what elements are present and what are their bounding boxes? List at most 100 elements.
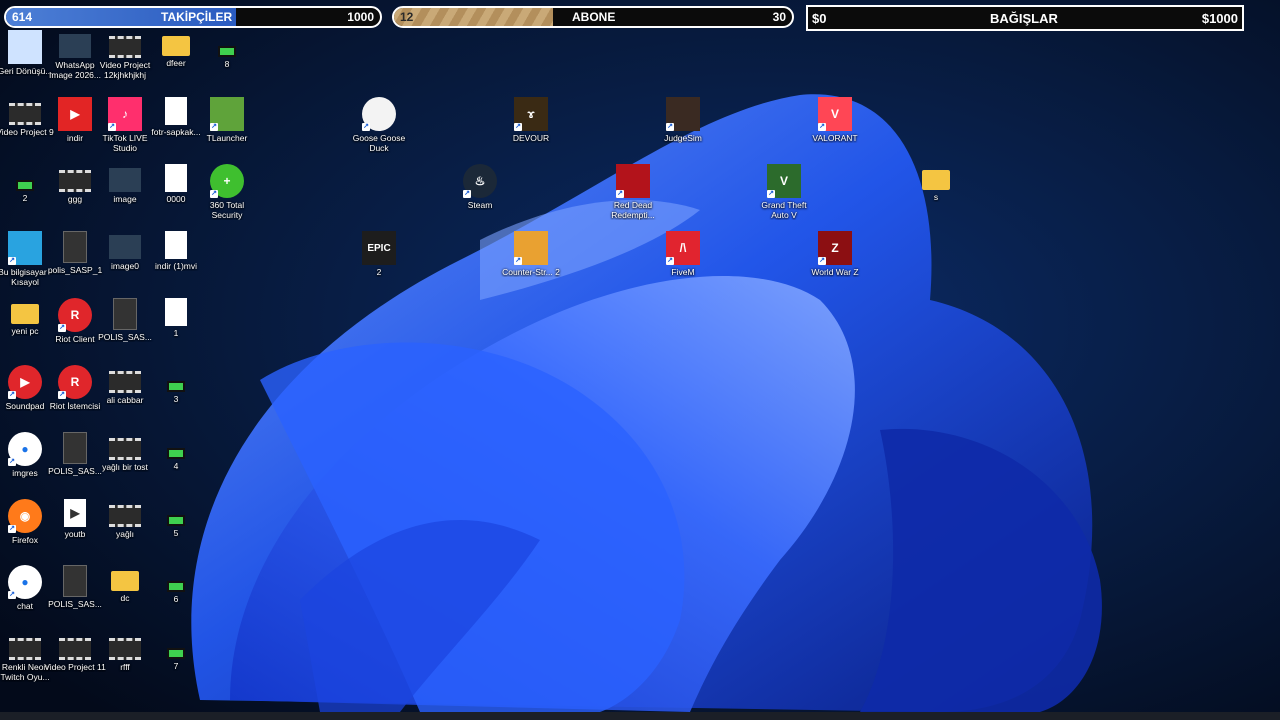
chrome-icon: ● ↗ [8,565,42,599]
desktop-icon-label: Counter-Str... 2 [502,267,560,277]
subscribers-goal-bar: 12 ABONE 30 [392,6,794,28]
desktop-icon-label: 6 [173,594,179,604]
video-file-icon [59,638,91,660]
green-file-icon [218,46,236,57]
desktop-icon-label: FiveM [671,267,695,277]
desktop-icon[interactable]: Z ↗ World War Z [805,229,865,295]
desktop-icon[interactable]: 1 [146,296,206,362]
donations-goal: $1000 [1201,10,1238,26]
video-file-icon [109,36,141,58]
desktop-icon[interactable]: 5 [146,497,206,563]
desktop-icon[interactable]: ↗ Red Dead Redempti... [603,162,663,228]
desktop-icon-label: Steam [467,200,493,210]
desktop-icon-label: Grand Theft Auto V [761,200,807,220]
shortcut-arrow-icon: ↗ [362,123,370,131]
desktop-icon[interactable]: ↗ Goose Goose Duck [349,95,409,161]
shortcut-arrow-icon: ↗ [8,458,16,466]
subscribers-goal: 30 [772,10,786,24]
desktop-icon[interactable]: ɤ ↗ DEVOUR [501,95,561,161]
epic-games-icon: EPIC [362,231,396,265]
folder-icon [111,571,139,591]
desktop-icon-label: 5 [173,528,179,538]
desktop-icon[interactable]: 8 [197,28,257,94]
followers-current: 614 [12,10,33,24]
followers-goal-bar: 614 TAKİPÇİLER 1000 [4,6,382,28]
folder-icon [11,304,39,324]
chrome-icon: ● ↗ [8,432,42,466]
firefox-icon: ◉ ↗ [8,499,42,533]
desktop-icon[interactable]: V ↗ VALORANT [805,95,865,161]
shortcut-arrow-icon: ↗ [616,190,624,198]
image-thumbnail-icon [59,34,91,58]
desktop-icon-label: TLauncher [206,133,248,143]
rdr-icon: ↗ [616,164,650,198]
document-icon [113,298,137,330]
judgesim-icon: ↗ [666,97,700,131]
desktop-icon[interactable]: /\ ↗ FiveM [653,229,713,295]
shortcut-arrow-icon: ↗ [666,257,674,265]
gta-icon: V ↗ [767,164,801,198]
followers-goal: 1000 [347,10,374,24]
desktop-icon[interactable]: ↗ TLauncher [197,95,257,161]
desktop-icon[interactable]: 4 [146,430,206,496]
minecraft-icon: ↗ [210,97,244,131]
folder-icon [162,36,190,56]
green-file-icon [167,581,185,592]
green-file-icon [16,180,34,191]
video-file-icon [109,371,141,393]
shortcut-arrow-icon: ↗ [666,123,674,131]
desktop-icon-label: 3 [173,394,179,404]
image-file-icon [165,298,187,326]
desktop-icon[interactable]: s [906,162,966,228]
desktop-icon[interactable]: ↗ Counter-Str... 2 [501,229,561,295]
desktop-icon-label: 4 [173,461,179,471]
desktop-icon-label: 360 Total Security [209,200,245,220]
shortcut-arrow-icon: ↗ [58,324,66,332]
shortcut-arrow-icon: ↗ [8,525,16,533]
desktop-icon-label: 7 [173,661,179,671]
shortcut-arrow-icon: ↗ [767,190,775,198]
desktop-icon[interactable]: + ↗ 360 Total Security [197,162,257,228]
desktop-icon[interactable]: 3 [146,363,206,429]
shortcut-arrow-icon: ↗ [8,391,16,399]
desktop-icon[interactable]: ♨ ↗ Steam [450,162,510,228]
desktop-icon[interactable]: indir (1)mvi [146,229,206,295]
folder-icon [922,170,950,190]
image-thumbnail-icon [109,168,141,192]
tiktok-icon: ♪ ↗ [108,97,142,131]
media-file-icon: ▶ [64,499,86,527]
desktop-icon[interactable]: EPIC 2 [349,229,409,295]
green-file-icon [167,381,185,392]
shortcut-arrow-icon: ↗ [463,190,471,198]
green-file-icon [167,648,185,659]
shortcut-arrow-icon: ↗ [514,257,522,265]
shortcut-arrow-icon: ↗ [210,190,218,198]
video-file-icon [9,103,41,125]
donations-current: $0 [812,10,827,26]
desktop-icon[interactable]: 7 [146,630,206,696]
video-file-icon [9,638,41,660]
monitor-icon: ↗ [8,231,42,265]
fivem-icon: /\ ↗ [666,231,700,265]
desktop-icon[interactable]: V ↗ Grand Theft Auto V [754,162,814,228]
subscribers-progress-fill [394,8,554,26]
document-icon [63,231,87,263]
desktop-icon-label: JudgeSim [664,133,702,143]
video-file-icon [109,438,141,460]
wwz-icon: Z ↗ [818,231,852,265]
image-file-icon [165,164,187,192]
desktop-icon-label: 2 [376,267,382,277]
desktop-icon-label: Red Dead Redempti... [611,200,655,220]
donations-label: BAĞIŞLAR [990,10,1058,26]
hat-image-icon [165,97,187,125]
desktop-icon[interactable]: ↗ JudgeSim [653,95,713,161]
shortcut-arrow-icon: ↗ [108,123,116,131]
desktop-icon-label: s [933,192,939,202]
goose-icon: ↗ [362,97,396,131]
taskbar-edge [0,712,1280,720]
desktop-icon-label: World War Z [811,267,859,277]
soundpad-icon: ▶ ↗ [8,365,42,399]
followers-label: TAKİPÇİLER [161,10,233,24]
desktop-icon[interactable]: 6 [146,563,206,629]
valorant-icon: V ↗ [818,97,852,131]
